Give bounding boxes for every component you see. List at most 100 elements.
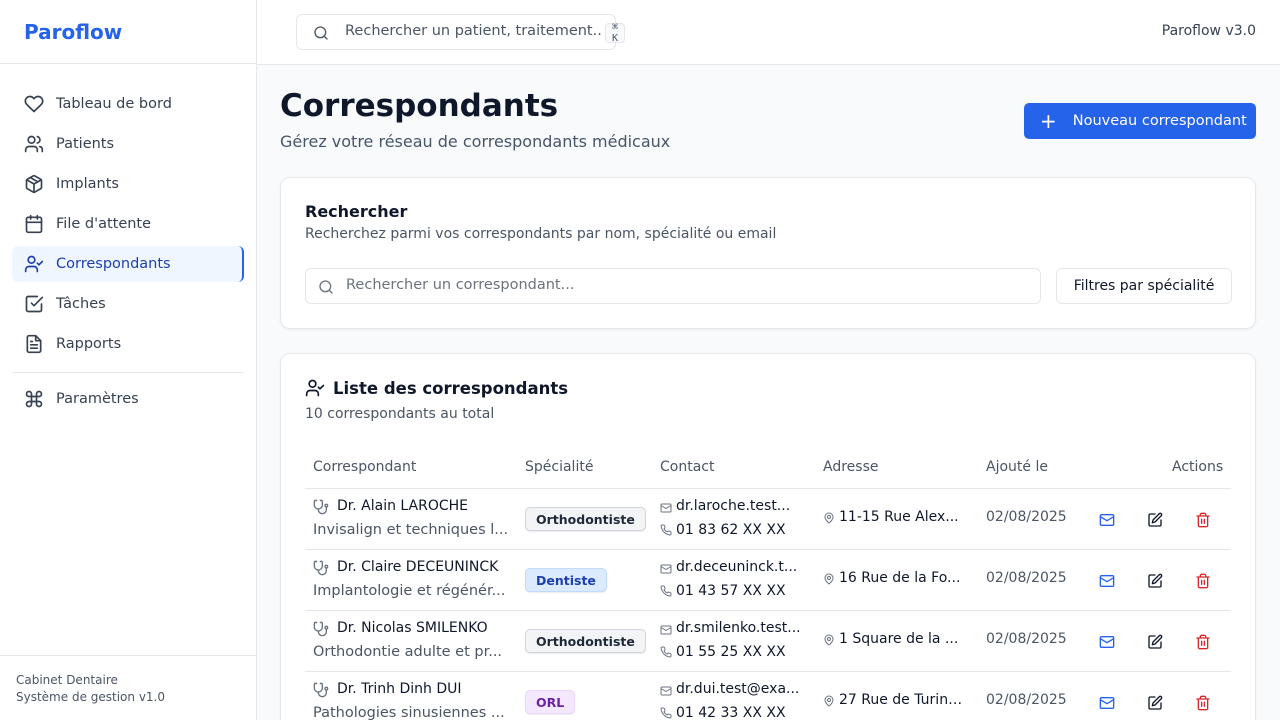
contact-phone: 01 43 57 XX XX xyxy=(676,583,786,599)
delete-button[interactable] xyxy=(1191,508,1215,532)
correspondant-name: Dr. Trinh Dinh DUI xyxy=(337,681,462,697)
mail-icon xyxy=(660,563,672,579)
box-icon xyxy=(24,174,44,194)
correspondant-search-input[interactable] xyxy=(346,277,1026,293)
phone-icon xyxy=(660,707,672,720)
correspondant-description: Orthodontie adulte et pr... xyxy=(313,644,503,660)
stethoscope-icon xyxy=(313,499,329,519)
global-search[interactable]: ⌘ K xyxy=(296,14,626,50)
mail-icon xyxy=(660,685,672,701)
edit-button[interactable] xyxy=(1143,569,1167,593)
sidebar-item-label: Tableau de bord xyxy=(56,96,172,112)
sidebar-nav: Tableau de bord Patients Implants File d… xyxy=(0,64,256,417)
search-card-title: Rechercher xyxy=(305,202,408,221)
search-icon xyxy=(318,279,334,299)
brand-logo-text[interactable]: Paroflow xyxy=(24,20,122,44)
column-header-correspondant[interactable]: Correspondant xyxy=(313,459,416,475)
address: 1 Square de la ... xyxy=(839,631,959,647)
map-pin-icon xyxy=(823,695,835,711)
specialty-filter-button[interactable]: Filtres par spécialité xyxy=(1056,268,1232,304)
footer-system-version: Système de gestion v1.0 xyxy=(16,690,165,704)
sidebar-item-label: Implants xyxy=(56,176,119,192)
topbar: ⌘ K Paroflow v3.0 xyxy=(257,0,1280,65)
added-date: 02/08/2025 xyxy=(986,570,1067,586)
correspondant-name: Dr. Claire DECEUNINCK xyxy=(337,559,499,575)
edit-button[interactable] xyxy=(1143,691,1167,715)
correspondant-search[interactable] xyxy=(305,268,1041,304)
sidebar-item-label: Paramètres xyxy=(56,391,139,407)
sidebar-item-label: Correspondants xyxy=(56,256,171,272)
mail-icon xyxy=(660,502,672,518)
sidebar-item-label: Tâches xyxy=(56,296,106,312)
delete-button[interactable] xyxy=(1191,630,1215,654)
sidebar-item-parametres[interactable]: Paramètres xyxy=(12,381,244,417)
address: 16 Rue de la Fo... xyxy=(839,570,961,586)
table-row[interactable]: Dr. Trinh Dinh DUI Pathologies sinusienn… xyxy=(305,672,1231,720)
sidebar-item-patients[interactable]: Patients xyxy=(12,126,244,162)
correspondants-table: Correspondant Spécialité Contact Adresse… xyxy=(305,450,1231,720)
command-icon xyxy=(24,389,44,409)
added-date: 02/08/2025 xyxy=(986,509,1067,525)
sidebar-item-implants[interactable]: Implants xyxy=(12,166,244,202)
correspondant-name: Dr. Alain LAROCHE xyxy=(337,498,469,514)
user-check-icon xyxy=(305,378,325,398)
stethoscope-icon xyxy=(313,560,329,580)
contact-email: dr.laroche.test... xyxy=(676,498,791,514)
check-square-icon xyxy=(24,294,44,314)
send-email-button[interactable] xyxy=(1095,569,1119,593)
correspondants-list-card: Liste des correspondants 10 correspondan… xyxy=(280,353,1256,720)
brand: Paroflow xyxy=(0,0,256,64)
list-title: Liste des correspondants xyxy=(333,378,569,398)
correspondant-name: Dr. Nicolas SMILENKO xyxy=(337,620,488,636)
edit-button[interactable] xyxy=(1143,630,1167,654)
table-row[interactable]: Dr. Claire DECEUNINCK Implantologie et r… xyxy=(305,550,1231,611)
page-subtitle: Gérez votre réseau de correspondants méd… xyxy=(280,132,671,151)
send-email-button[interactable] xyxy=(1095,691,1119,715)
contact-email: dr.smilenko.test... xyxy=(676,620,801,636)
contact-phone: 01 83 62 XX XX xyxy=(676,522,786,538)
delete-button[interactable] xyxy=(1191,569,1215,593)
search-card-description: Recherchez parmi vos correspondants par … xyxy=(305,226,777,242)
sidebar-footer: Cabinet Dentaire Système de gestion v1.0 xyxy=(0,655,256,720)
phone-icon xyxy=(660,585,672,601)
column-header-date[interactable]: Ajouté le xyxy=(986,459,1048,475)
contact-email: dr.deceuninck.t... xyxy=(676,559,798,575)
nav-divider xyxy=(12,372,244,373)
sidebar-item-tableau-de-bord[interactable]: Tableau de bord xyxy=(12,86,244,122)
page-title: Correspondants xyxy=(280,88,559,124)
sidebar-item-rapports[interactable]: Rapports xyxy=(12,326,244,362)
table-row[interactable]: Dr. Nicolas SMILENKO Orthodontie adulte … xyxy=(305,611,1231,672)
search-icon xyxy=(313,25,329,45)
send-email-button[interactable] xyxy=(1095,508,1119,532)
specialty-badge: ORL xyxy=(525,690,576,714)
specialty-badge: Dentiste xyxy=(525,568,607,592)
send-email-button[interactable] xyxy=(1095,630,1119,654)
contact-email: dr.dui.test@exa... xyxy=(676,681,800,697)
added-date: 02/08/2025 xyxy=(986,692,1067,708)
added-date: 02/08/2025 xyxy=(986,631,1067,647)
sidebar-item-file-d-attente[interactable]: File d'attente xyxy=(12,206,244,242)
global-search-input[interactable] xyxy=(345,23,601,39)
delete-button[interactable] xyxy=(1191,691,1215,715)
sidebar-item-taches[interactable]: Tâches xyxy=(12,286,244,322)
table-header: Correspondant Spécialité Contact Adresse… xyxy=(305,450,1231,489)
stethoscope-icon xyxy=(313,682,329,702)
column-header-specialite[interactable]: Spécialité xyxy=(525,459,593,475)
users-icon xyxy=(24,134,44,154)
sidebar-item-label: Rapports xyxy=(56,336,122,352)
search-card: Rechercher Recherchez parmi vos correspo… xyxy=(280,177,1256,329)
table-row[interactable]: Dr. Alain LAROCHE Invisalign et techniqu… xyxy=(305,489,1231,550)
stethoscope-icon xyxy=(313,621,329,641)
column-header-adresse[interactable]: Adresse xyxy=(823,459,878,475)
heart-icon xyxy=(24,94,44,114)
sidebar-item-correspondants[interactable]: Correspondants xyxy=(12,246,244,282)
correspondant-description: Invisalign et techniques l... xyxy=(313,522,509,538)
user-check-icon xyxy=(24,254,44,274)
correspondant-description: Implantologie et régénér... xyxy=(313,583,506,599)
edit-button[interactable] xyxy=(1143,508,1167,532)
map-pin-icon xyxy=(823,512,835,528)
phone-icon xyxy=(660,646,672,662)
column-header-contact[interactable]: Contact xyxy=(660,459,714,475)
new-correspondant-button[interactable]: + Nouveau correspondant xyxy=(1024,103,1256,139)
phone-icon xyxy=(660,524,672,540)
